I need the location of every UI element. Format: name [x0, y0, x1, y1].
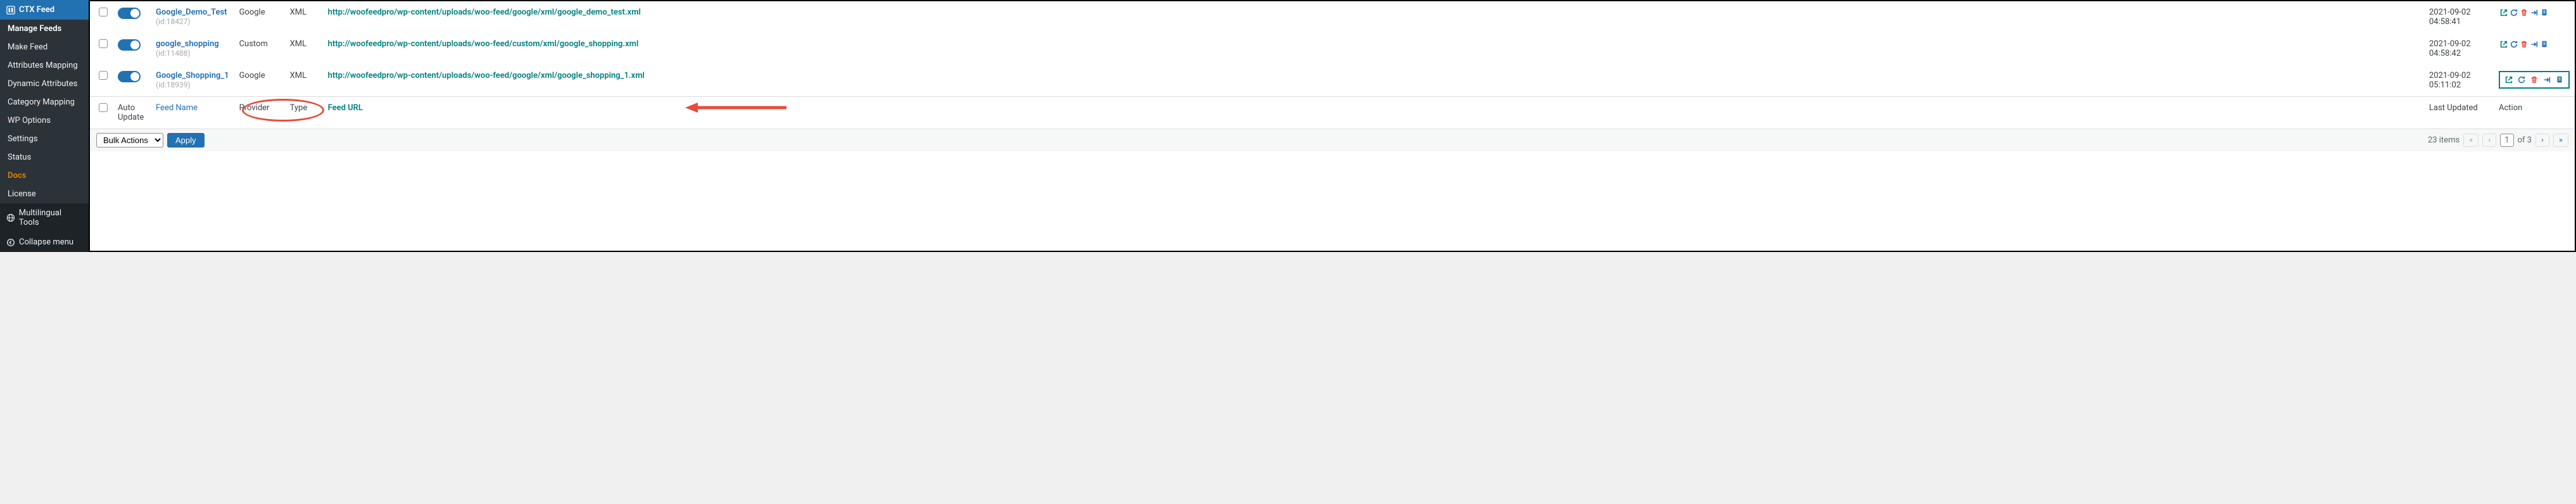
sidebar-item-category-mapping[interactable]: Category Mapping [0, 93, 89, 111]
col-last-updated: Last Updated [2424, 97, 2494, 129]
feed-name-link[interactable]: Google_Demo_Test [156, 8, 227, 17]
last-page-button[interactable]: » [2553, 134, 2568, 147]
main-content: Google_Demo_Test(id:18427) GoogleXML http:… [89, 0, 2576, 252]
feed-id: (id:18939) [156, 80, 191, 89]
prev-page-button[interactable]: ‹ [2482, 134, 2496, 147]
delete-icon[interactable] [2519, 39, 2529, 49]
current-page: 1 [2500, 134, 2513, 147]
refresh-icon[interactable] [2516, 75, 2527, 85]
sidebar-item-status[interactable]: Status [0, 148, 89, 167]
copy-icon[interactable] [2539, 39, 2549, 49]
sidebar-item-manage-feeds[interactable]: Manage Feeds [0, 20, 89, 38]
refresh-icon[interactable] [2509, 39, 2519, 49]
copy-icon[interactable] [2554, 75, 2565, 85]
pagination: 23 items « ‹ 1 of 3 › » [2428, 134, 2568, 147]
bulk-actions: Bulk Actions Apply [96, 133, 205, 148]
feed-provider: Google [234, 65, 285, 97]
col-feed-url[interactable]: Feed URL [323, 97, 2424, 129]
auto-update-toggle[interactable] [118, 39, 141, 51]
sidebar-item-dynamic-attributes[interactable]: Dynamic Attributes [0, 75, 89, 93]
admin-sidebar: CTX Feed Manage FeedsMake FeedAttributes… [0, 0, 89, 252]
col-auto-update: Auto Update [113, 97, 151, 129]
sidebar-title: CTX Feed [19, 5, 54, 15]
globe-icon [6, 213, 15, 222]
feed-name-link[interactable]: google_shopping [156, 39, 219, 49]
first-page-button[interactable]: « [2463, 134, 2478, 147]
table-row: Google_Demo_Test(id:18427) GoogleXML http:… [90, 1, 2575, 33]
table-row: Google_Shopping_1(id:18939) GoogleXML http… [90, 65, 2575, 97]
feed-url-link[interactable]: http://woofeedpro/wp-content/uploads/woo… [328, 71, 645, 80]
feed-type: XML [285, 33, 323, 65]
col-provider: Provider [234, 97, 285, 129]
row-checkbox[interactable] [99, 8, 108, 16]
feed-url-link[interactable]: http://woofeedpro/wp-content/uploads/woo… [328, 8, 641, 17]
refresh-icon[interactable] [2509, 8, 2519, 18]
table-bottom-bar: Bulk Actions Apply 23 items « ‹ 1 of 3 ›… [90, 129, 2575, 151]
col-feed-name[interactable]: Feed Name [151, 97, 234, 129]
delete-icon[interactable] [2529, 75, 2539, 85]
next-page-button[interactable]: › [2535, 134, 2549, 147]
auto-update-toggle[interactable] [118, 8, 141, 19]
sidebar-collapse[interactable]: Collapse menu [0, 232, 89, 252]
collapse-icon [6, 238, 15, 247]
open-icon[interactable] [2499, 39, 2509, 49]
feed-id: (id:18427) [156, 17, 191, 26]
row-checkbox[interactable] [99, 39, 108, 48]
feed-updated: 2021-09-0205:11:02 [2424, 65, 2494, 97]
table-row: google_shopping(id:11488) CustomXML http:/… [90, 33, 2575, 65]
copy-icon[interactable] [2539, 8, 2549, 18]
feed-updated: 2021-09-0204:58:42 [2424, 33, 2494, 65]
open-icon[interactable] [2499, 8, 2509, 18]
export-icon[interactable] [2529, 8, 2539, 18]
sidebar-item-settings[interactable]: Settings [0, 130, 89, 148]
delete-icon[interactable] [2519, 8, 2529, 18]
feed-provider: Google [234, 1, 285, 33]
feed-url-link[interactable]: http://woofeedpro/wp-content/uploads/woo… [328, 39, 639, 49]
sidebar-multilingual[interactable]: Multilingual Tools [0, 203, 89, 232]
feed-updated: 2021-09-0204:58:41 [2424, 1, 2494, 33]
sidebar-item-license[interactable]: License [0, 185, 89, 203]
total-items: 23 items [2428, 135, 2459, 145]
select-all-checkbox[interactable] [99, 103, 108, 112]
sidebar-header[interactable]: CTX Feed [0, 0, 89, 20]
col-action: Action [2494, 97, 2575, 129]
feed-icon [6, 6, 15, 15]
sidebar-item-wp-options[interactable]: WP Options [0, 111, 89, 130]
bulk-select[interactable]: Bulk Actions [96, 133, 163, 148]
open-icon[interactable] [2504, 75, 2514, 85]
sidebar-item-docs[interactable]: Docs [0, 167, 89, 185]
export-icon[interactable] [2542, 75, 2552, 85]
feed-name-link[interactable]: Google_Shopping_1 [156, 71, 229, 80]
feed-id: (id:11488) [156, 49, 191, 58]
feed-type: XML [285, 65, 323, 97]
sidebar-item-attributes-mapping[interactable]: Attributes Mapping [0, 56, 89, 75]
col-type: Type [285, 97, 323, 129]
auto-update-toggle[interactable] [118, 71, 141, 82]
feeds-table: Google_Demo_Test(id:18427) GoogleXML http:… [90, 1, 2575, 129]
sidebar-item-make-feed[interactable]: Make Feed [0, 38, 89, 56]
export-icon[interactable] [2529, 39, 2539, 49]
feed-provider: Custom [234, 33, 285, 65]
row-checkbox[interactable] [99, 71, 108, 80]
apply-button[interactable]: Apply [167, 133, 205, 148]
page-of: of 3 [2518, 135, 2532, 145]
feed-type: XML [285, 1, 323, 33]
